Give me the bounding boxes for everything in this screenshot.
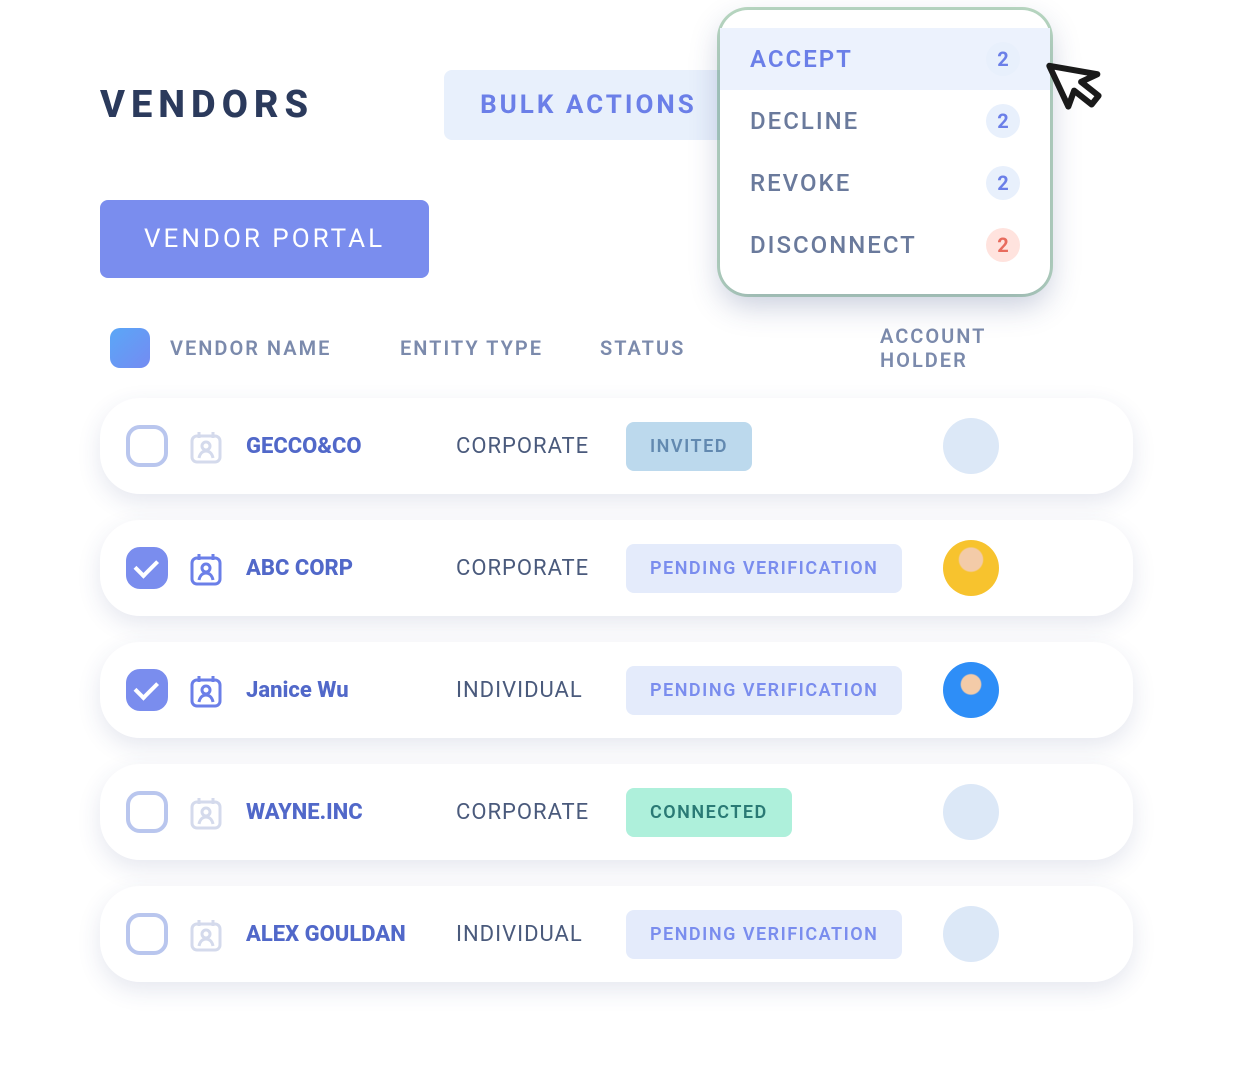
table-row: Janice WuINDIVIDUALPENDING VERIFICATION bbox=[100, 642, 1133, 738]
dropdown-item-revoke[interactable]: REVOKE 2 bbox=[720, 152, 1050, 214]
count-badge: 2 bbox=[986, 42, 1020, 76]
dropdown-item-label: REVOKE bbox=[750, 169, 851, 197]
bulk-actions-dropdown: ACCEPT 2 DECLINE 2 REVOKE 2 DISCONNECT 2 bbox=[720, 10, 1050, 294]
status-badge: PENDING VERIFICATION bbox=[626, 544, 902, 593]
entity-type: CORPORATE bbox=[456, 434, 626, 459]
row-checkbox[interactable] bbox=[126, 791, 168, 833]
dropdown-item-accept[interactable]: ACCEPT 2 bbox=[720, 28, 1050, 90]
status-badge: INVITED bbox=[626, 422, 752, 471]
vendor-portal-button[interactable]: VENDOR PORTAL bbox=[100, 200, 429, 278]
vendor-card-icon bbox=[186, 792, 226, 832]
status-badge: PENDING VERIFICATION bbox=[626, 666, 902, 715]
page-title: VENDORS bbox=[100, 83, 314, 127]
cursor-pointer-icon bbox=[1028, 30, 1128, 130]
row-checkbox[interactable] bbox=[126, 425, 168, 467]
vendor-name: GECCO&CO bbox=[246, 434, 456, 459]
avatar bbox=[943, 540, 999, 596]
avatar bbox=[943, 662, 999, 718]
entity-type: CORPORATE bbox=[456, 556, 626, 581]
table-row: WAYNE.INCCORPORATECONNECTED bbox=[100, 764, 1133, 860]
table-header: VENDOR NAME ENTITY TYPE STATUS ACCOUNT H… bbox=[100, 324, 1133, 398]
table-row: ALEX GOULDANINDIVIDUALPENDING VERIFICATI… bbox=[100, 886, 1133, 982]
vendor-name: ABC CORP bbox=[246, 556, 456, 581]
entity-type: CORPORATE bbox=[456, 800, 626, 825]
column-status: STATUS bbox=[600, 336, 880, 360]
column-vendor-name: VENDOR NAME bbox=[170, 336, 400, 360]
select-all-checkbox[interactable] bbox=[110, 328, 150, 368]
dropdown-item-label: DECLINE bbox=[750, 107, 859, 135]
vendor-name: ALEX GOULDAN bbox=[246, 922, 456, 947]
status-badge: CONNECTED bbox=[626, 788, 792, 837]
dropdown-item-decline[interactable]: DECLINE 2 bbox=[720, 90, 1050, 152]
avatar bbox=[943, 418, 999, 474]
status-badge: PENDING VERIFICATION bbox=[626, 910, 902, 959]
row-checkbox[interactable] bbox=[126, 913, 168, 955]
column-entity-type: ENTITY TYPE bbox=[400, 336, 600, 360]
vendor-card-icon bbox=[186, 548, 226, 588]
dropdown-item-label: DISCONNECT bbox=[750, 231, 917, 259]
entity-type: INDIVIDUAL bbox=[456, 922, 626, 947]
avatar bbox=[943, 906, 999, 962]
count-badge: 2 bbox=[986, 228, 1020, 262]
row-checkbox[interactable] bbox=[126, 547, 168, 589]
vendor-name: Janice Wu bbox=[246, 678, 456, 703]
count-badge: 2 bbox=[986, 166, 1020, 200]
table-row: ABC CORPCORPORATEPENDING VERIFICATION bbox=[100, 520, 1133, 616]
vendor-rows: GECCO&COCORPORATEINVITED ABC CORPCORPORA… bbox=[100, 398, 1133, 982]
vendor-card-icon bbox=[186, 426, 226, 466]
entity-type: INDIVIDUAL bbox=[456, 678, 626, 703]
column-account-holder: ACCOUNT HOLDER bbox=[880, 324, 1080, 372]
dropdown-item-disconnect[interactable]: DISCONNECT 2 bbox=[720, 214, 1050, 276]
bulk-actions-label: BULK ACTIONS bbox=[480, 90, 697, 120]
dropdown-item-label: ACCEPT bbox=[750, 45, 853, 73]
vendor-card-icon bbox=[186, 914, 226, 954]
table-row: GECCO&COCORPORATEINVITED bbox=[100, 398, 1133, 494]
vendor-card-icon bbox=[186, 670, 226, 710]
avatar bbox=[943, 784, 999, 840]
row-checkbox[interactable] bbox=[126, 669, 168, 711]
count-badge: 2 bbox=[986, 104, 1020, 138]
vendor-name: WAYNE.INC bbox=[246, 800, 456, 825]
